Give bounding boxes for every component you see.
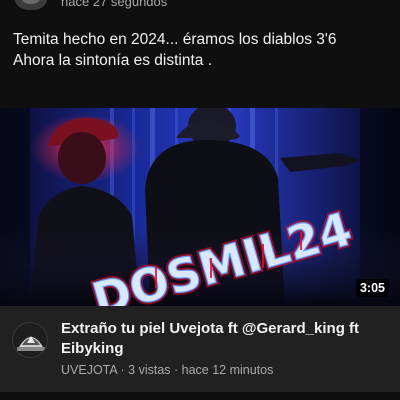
- video-title[interactable]: Extraño tu piel Uvejota ft @Gerard_king …: [61, 319, 381, 359]
- post-text-line-1: Temita hecho en 2024... éramos los diabl…: [13, 31, 337, 48]
- post-header: hace 27 segundos: [0, 0, 400, 12]
- author-avatar[interactable]: [14, 0, 48, 10]
- video-info-card[interactable]: Extraño tu piel Uvejota ft @Gerard_king …: [0, 306, 400, 392]
- channel-logo-icon: [13, 323, 47, 357]
- video-thumbnail[interactable]: DOSMIL24 DOSMIL24 3:05: [0, 108, 400, 306]
- upload-time: hace 12 minutos: [181, 363, 274, 377]
- post-timestamp[interactable]: hace 27 segundos: [61, 0, 167, 9]
- video-metadata: UVEJOTA · 3 vistas · hace 12 minutos: [61, 363, 273, 377]
- channel-name[interactable]: UVEJOTA: [61, 363, 117, 377]
- meta-separator-2: ·: [170, 363, 182, 377]
- channel-avatar[interactable]: [12, 322, 48, 358]
- bottom-spacer: [0, 392, 400, 400]
- meta-separator: ·: [117, 363, 129, 377]
- thumbnail-image: DOSMIL24 DOSMIL24: [0, 108, 400, 306]
- post-text-line-2: Ahora la sintonía es distinta .: [13, 52, 213, 69]
- post-body: Temita hecho en 2024... éramos los diabl…: [13, 29, 393, 71]
- view-count: 3 vistas: [128, 363, 171, 377]
- video-duration-badge: 3:05: [355, 279, 389, 297]
